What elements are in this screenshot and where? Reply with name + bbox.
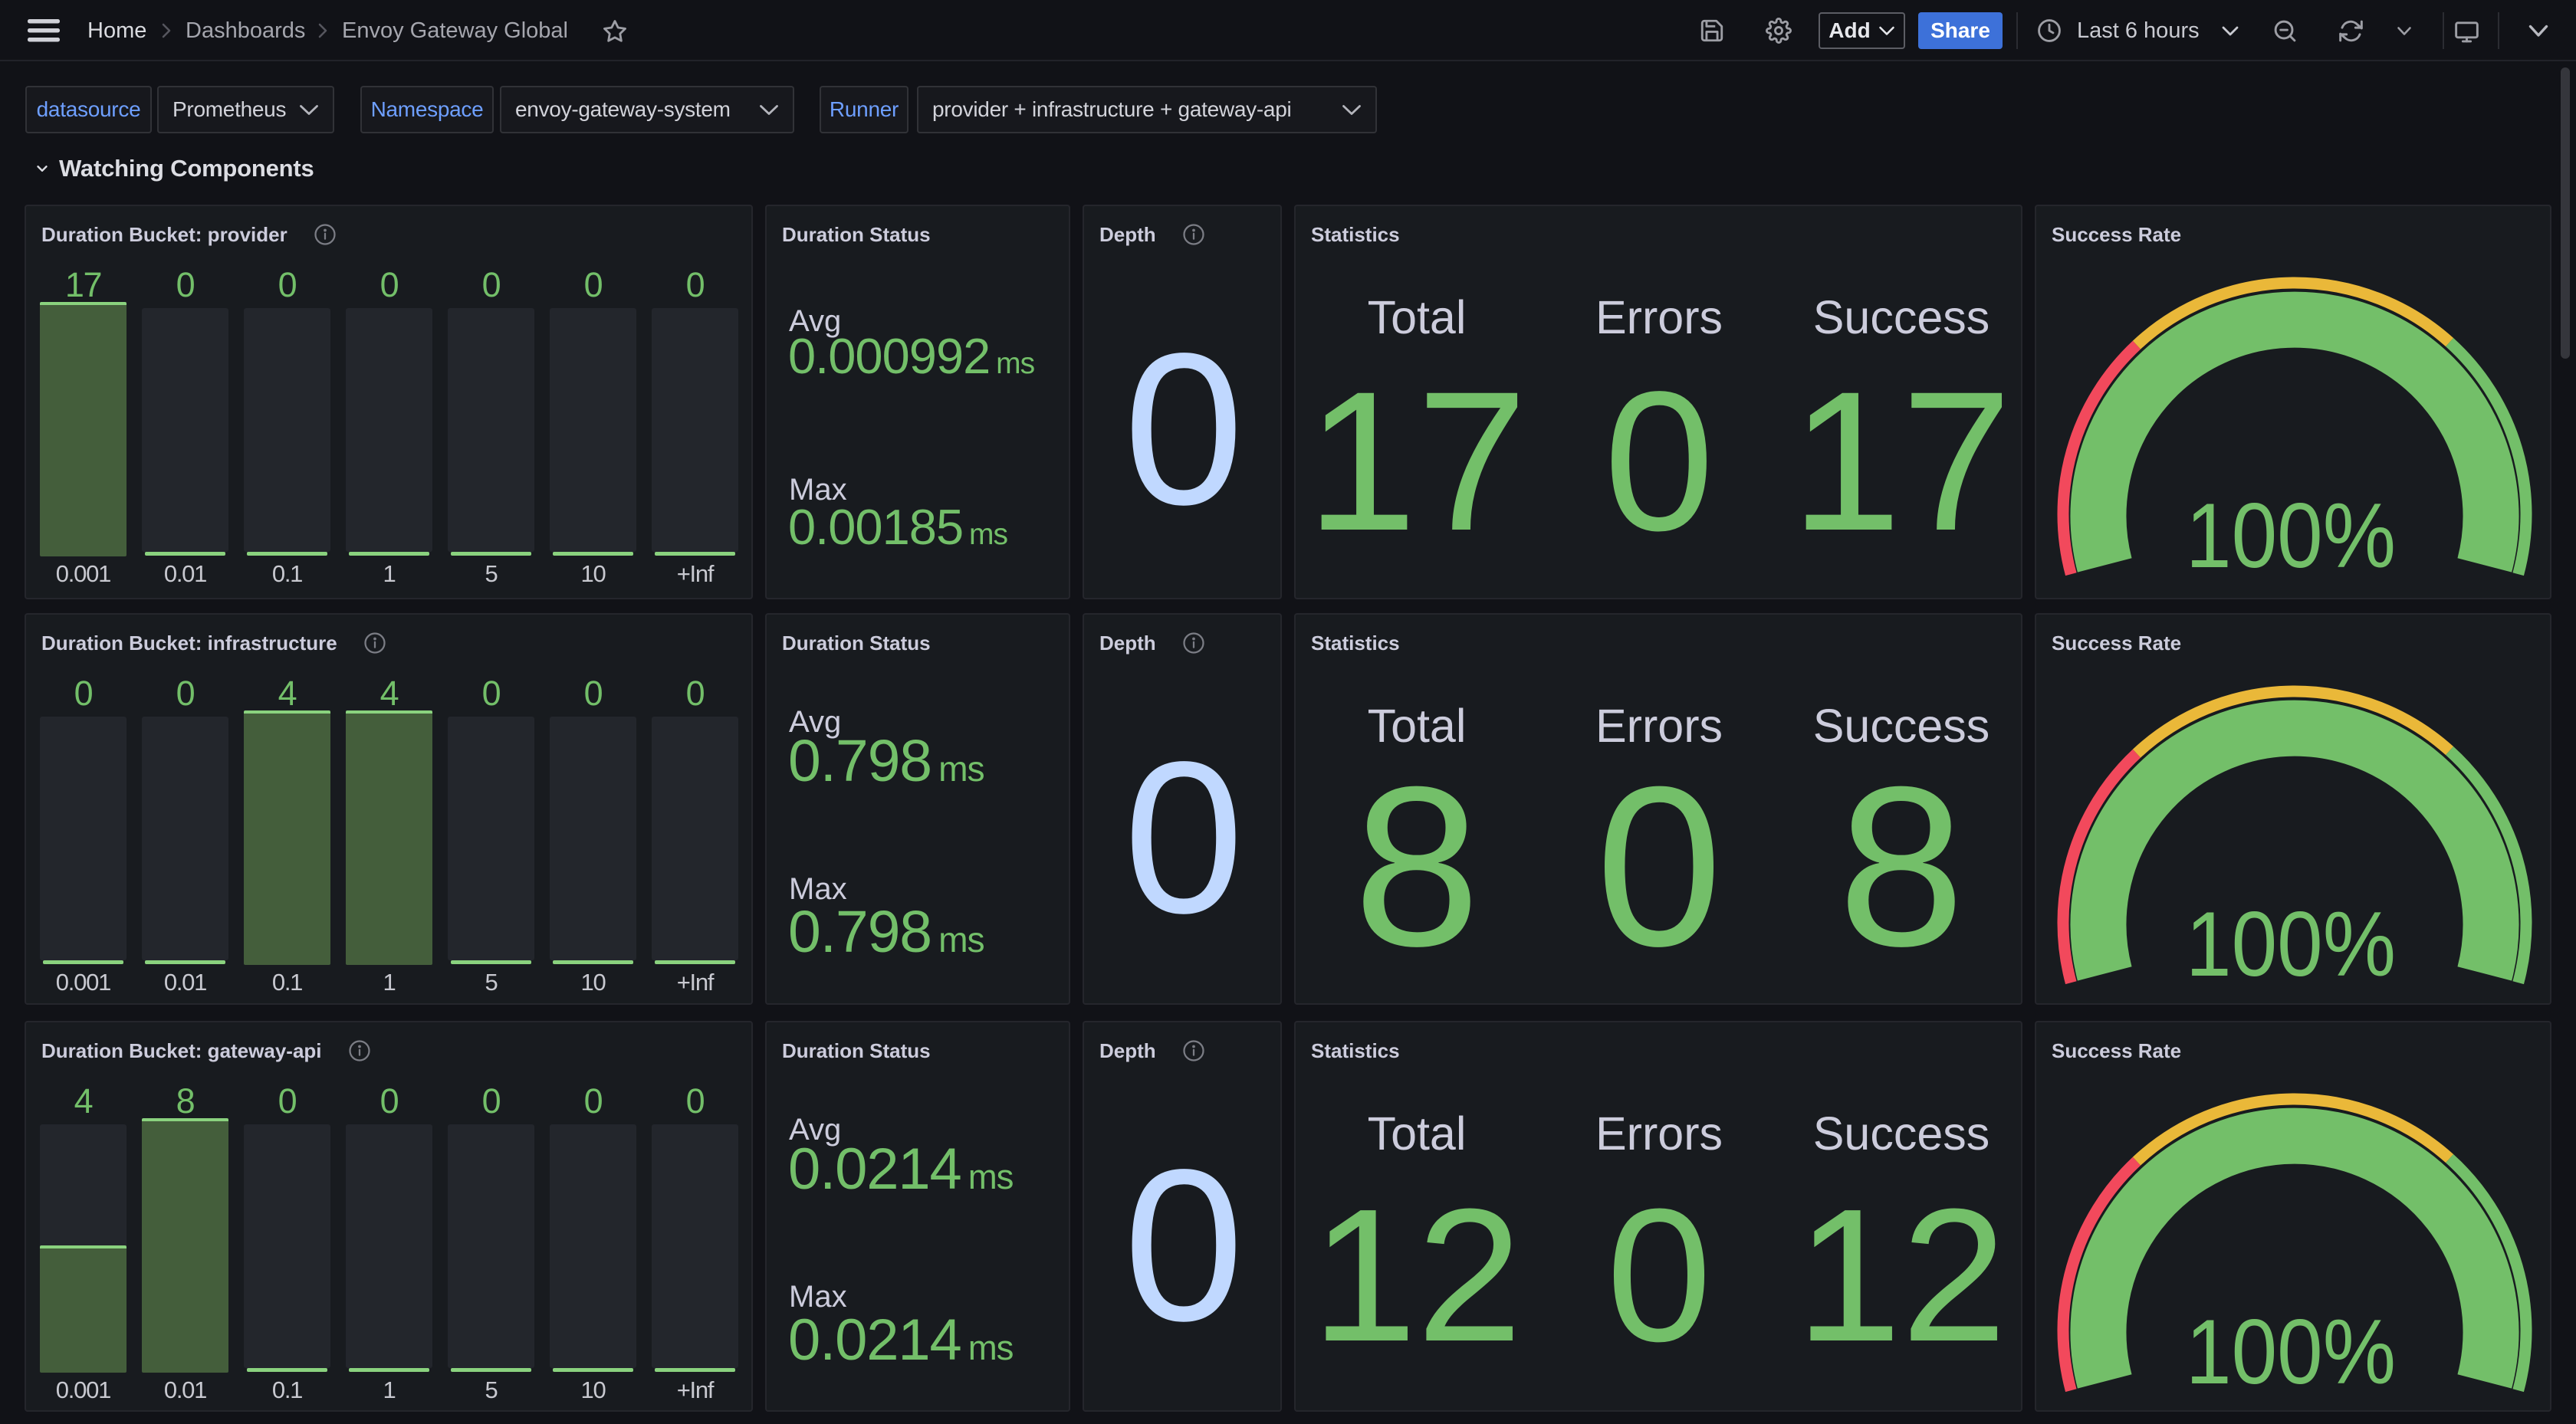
svg-text:100%: 100% [2186, 1301, 2396, 1403]
svg-text:100%: 100% [2186, 484, 2396, 587]
svg-text:100%: 100% [2186, 893, 2396, 996]
